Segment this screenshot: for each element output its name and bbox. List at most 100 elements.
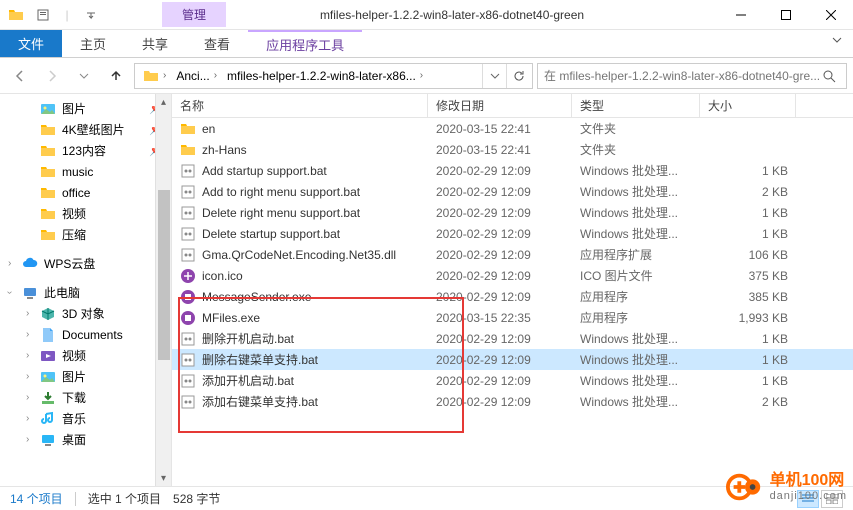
refresh-button[interactable] xyxy=(506,64,530,88)
bat-icon xyxy=(180,331,196,347)
sidebar-item[interactable]: › 3D 对象 xyxy=(0,303,171,324)
bat-icon xyxy=(180,394,196,410)
maximize-button[interactable] xyxy=(763,0,808,30)
nav-forward-button[interactable] xyxy=(38,62,66,90)
ribbon-tabs: 文件 主页 共享 查看 应用程序工具 xyxy=(0,30,853,58)
nav-item-label: 4K壁纸图片 xyxy=(62,121,125,138)
chevron-right-icon[interactable]: › xyxy=(26,392,29,403)
addr-dropdown-button[interactable] xyxy=(482,64,506,88)
scroll-up-icon[interactable]: ▴ xyxy=(156,94,171,110)
file-name: MessageSender.exe xyxy=(202,290,311,304)
file-size: 2 KB xyxy=(700,395,796,409)
file-date: 2020-02-29 12:09 xyxy=(428,332,572,346)
chevron-right-icon[interactable]: › xyxy=(26,413,29,424)
file-tab[interactable]: 文件 xyxy=(0,30,62,57)
file-name: 添加开机启动.bat xyxy=(202,372,294,389)
chevron-right-icon[interactable]: › xyxy=(8,258,11,269)
sidebar-item[interactable]: ›音乐 xyxy=(0,408,171,429)
sidebar-item[interactable]: ›图片 xyxy=(0,366,171,387)
minimize-button[interactable] xyxy=(718,0,763,30)
file-row[interactable]: Delete right menu support.bat2020-02-29 … xyxy=(172,202,853,223)
file-type: 应用程序 xyxy=(572,288,700,305)
sidebar-item[interactable]: 123内容📌 xyxy=(0,140,171,161)
chevron-right-icon[interactable]: › xyxy=(26,329,29,340)
qat-properties-icon[interactable] xyxy=(32,4,54,26)
sidebar-item[interactable]: 视频 xyxy=(0,203,171,224)
header-size[interactable]: 大小 xyxy=(700,94,796,117)
sidebar-item[interactable]: music xyxy=(0,161,171,182)
nav-item-label: 3D 对象 xyxy=(62,305,105,322)
folder-icon xyxy=(40,185,56,201)
chevron-right-icon[interactable]: › xyxy=(26,308,29,319)
scroll-thumb[interactable] xyxy=(158,190,170,360)
file-row[interactable]: MFiles.exe2020-03-15 22:35应用程序1,993 KB xyxy=(172,307,853,328)
file-size: 106 KB xyxy=(700,248,796,262)
close-button[interactable] xyxy=(808,0,853,30)
file-row[interactable]: Add to right menu support.bat2020-02-29 … xyxy=(172,181,853,202)
file-list[interactable]: en2020-03-15 22:41文件夹zh-Hans2020-03-15 2… xyxy=(172,118,853,486)
chevron-down-icon[interactable]: › xyxy=(4,291,15,294)
scroll-down-icon[interactable]: ▾ xyxy=(156,470,171,486)
file-row[interactable]: 删除开机启动.bat2020-02-29 12:09Windows 批处理...… xyxy=(172,328,853,349)
sidebar-item[interactable]: 图片📌 xyxy=(0,98,171,119)
sidebar-item[interactable]: ›Documents xyxy=(0,324,171,345)
chevron-right-icon[interactable]: › xyxy=(26,350,29,361)
sidebar-item[interactable]: 压缩 xyxy=(0,224,171,245)
chevron-right-icon[interactable]: › xyxy=(26,434,29,445)
file-date: 2020-02-29 12:09 xyxy=(428,374,572,388)
search-box[interactable] xyxy=(537,63,847,89)
navigation-pane: 图片📌4K壁纸图片📌123内容📌musicoffice视频压缩 › WPS云盘 … xyxy=(0,94,172,486)
file-date: 2020-02-29 12:09 xyxy=(428,353,572,367)
header-name[interactable]: 名称 xyxy=(172,94,428,117)
search-input[interactable] xyxy=(544,69,822,83)
sidebar-item[interactable]: ›桌面 xyxy=(0,429,171,450)
nav-up-button[interactable] xyxy=(102,62,130,90)
file-size: 1 KB xyxy=(700,374,796,388)
ribbon-expand-button[interactable] xyxy=(821,30,853,57)
file-type: 应用程序 xyxy=(572,309,700,326)
header-date[interactable]: 修改日期 xyxy=(428,94,572,117)
breadcrumb-segment[interactable]: mfiles-helper-1.2.2-win8-later-x86...› xyxy=(221,64,427,88)
exe-icon xyxy=(180,310,196,326)
sidebar-item[interactable]: 4K壁纸图片📌 xyxy=(0,119,171,140)
pc-icon xyxy=(22,285,38,301)
file-row[interactable]: Add startup support.bat2020-02-29 12:09W… xyxy=(172,160,853,181)
home-tab[interactable]: 主页 xyxy=(62,30,124,57)
bat-icon xyxy=(180,205,196,221)
nav-scrollbar[interactable]: ▴ ▾ xyxy=(155,94,171,486)
file-row[interactable]: 添加开机启动.bat2020-02-29 12:09Windows 批处理...… xyxy=(172,370,853,391)
qat-customize-icon[interactable] xyxy=(80,4,102,26)
sidebar-item[interactable]: ›下载 xyxy=(0,387,171,408)
app-tools-tab[interactable]: 应用程序工具 xyxy=(248,30,362,57)
file-row[interactable]: 添加右键菜单支持.bat2020-02-29 12:09Windows 批处理.… xyxy=(172,391,853,412)
file-size: 1 KB xyxy=(700,227,796,241)
nav-item-label: office xyxy=(62,186,90,200)
nav-back-button[interactable] xyxy=(6,62,34,90)
file-date: 2020-03-15 22:41 xyxy=(428,122,572,136)
sidebar-item[interactable]: ›视频 xyxy=(0,345,171,366)
sidebar-item[interactable]: office xyxy=(0,182,171,203)
header-type[interactable]: 类型 xyxy=(572,94,700,117)
file-row[interactable]: zh-Hans2020-03-15 22:41文件夹 xyxy=(172,139,853,160)
nav-recent-button[interactable] xyxy=(70,62,98,90)
file-row[interactable]: Gma.QrCodeNet.Encoding.Net35.dll2020-02-… xyxy=(172,244,853,265)
nav-item-label: 图片 xyxy=(62,100,86,117)
nav-wps-cloud[interactable]: › WPS云盘 xyxy=(0,253,171,274)
breadcrumb-segment[interactable]: Anci...› xyxy=(170,64,221,88)
address-box[interactable]: › Anci...› mfiles-helper-1.2.2-win8-late… xyxy=(134,63,533,89)
file-row[interactable]: en2020-03-15 22:41文件夹 xyxy=(172,118,853,139)
file-name: Gma.QrCodeNet.Encoding.Net35.dll xyxy=(202,248,396,262)
file-row[interactable]: 删除右键菜单支持.bat2020-02-29 12:09Windows 批处理.… xyxy=(172,349,853,370)
chevron-right-icon[interactable]: › xyxy=(26,371,29,382)
view-tab[interactable]: 查看 xyxy=(186,30,248,57)
search-icon[interactable] xyxy=(822,69,840,83)
share-tab[interactable]: 共享 xyxy=(124,30,186,57)
address-root-icon[interactable]: › xyxy=(137,64,170,88)
file-type: Windows 批处理... xyxy=(572,162,700,179)
file-date: 2020-02-29 12:09 xyxy=(428,227,572,241)
cloud-icon xyxy=(22,256,38,272)
file-row[interactable]: Delete startup support.bat2020-02-29 12:… xyxy=(172,223,853,244)
nav-this-pc[interactable]: › 此电脑 xyxy=(0,282,171,303)
file-row[interactable]: icon.ico2020-02-29 12:09ICO 图片文件375 KB xyxy=(172,265,853,286)
file-row[interactable]: MessageSender.exe2020-02-29 12:09应用程序385… xyxy=(172,286,853,307)
